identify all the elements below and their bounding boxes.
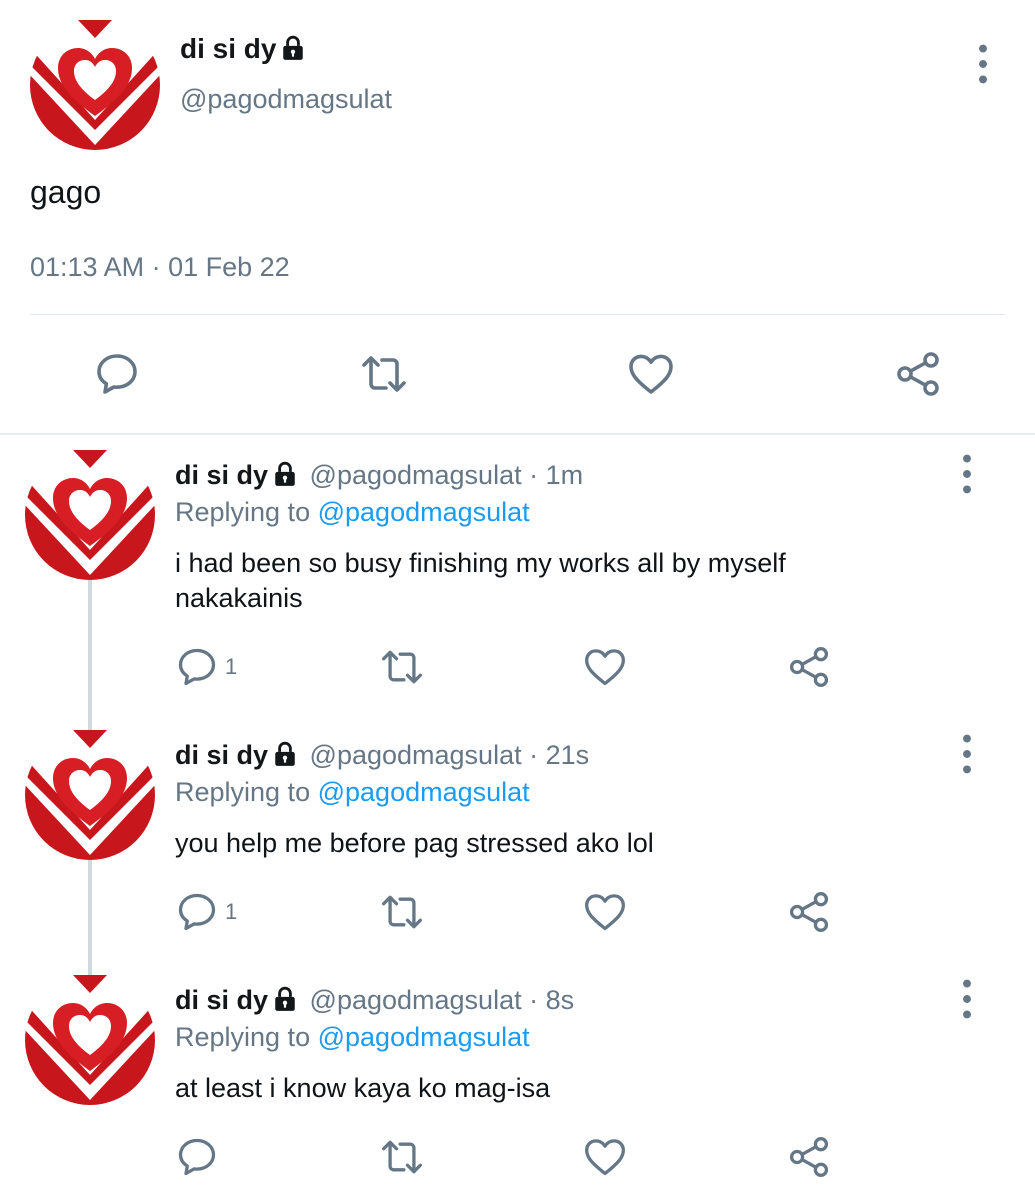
tweet-text-line: nakakainis: [175, 583, 303, 613]
thread-line: [88, 580, 92, 730]
replying-to-link[interactable]: @pagodmagsulat: [318, 1022, 530, 1052]
display-name[interactable]: di si dy: [175, 740, 268, 770]
display-name[interactable]: di si dy: [180, 33, 276, 64]
retweet-button[interactable]: [378, 890, 426, 934]
share-icon: [787, 645, 831, 689]
reply-icon: [93, 350, 141, 398]
author-row: di si dy @pagodmagsulat · 21s: [175, 738, 589, 775]
retweet-icon: [378, 890, 426, 934]
retweet-icon: [358, 350, 410, 398]
retweet-button[interactable]: [378, 645, 426, 689]
like-button[interactable]: [626, 350, 676, 398]
share-icon: [787, 1135, 831, 1179]
heart-icon: [582, 890, 628, 934]
author-row: di si dy @pagodmagsulat · 1m: [175, 458, 583, 495]
replying-to: Replying to @pagodmagsulat: [175, 777, 530, 808]
handle-time[interactable]: @pagodmagsulat · 8s: [310, 985, 575, 1015]
avatar[interactable]: [25, 450, 155, 580]
avatar[interactable]: [25, 975, 155, 1105]
replying-to: Replying to @pagodmagsulat: [175, 497, 530, 528]
reply-icon: [175, 890, 219, 934]
share-button[interactable]: [787, 1135, 831, 1179]
handle-time[interactable]: @pagodmagsulat · 1m: [310, 460, 584, 490]
heart-icon: [582, 1135, 628, 1179]
like-button[interactable]: [582, 645, 628, 689]
replying-to-link[interactable]: @pagodmagsulat: [318, 777, 530, 807]
heart-icon: [582, 645, 628, 689]
reply-button[interactable]: [175, 1135, 219, 1179]
lock-icon: [272, 741, 298, 775]
reply-button[interactable]: 1: [175, 645, 237, 689]
reply-button[interactable]: [93, 350, 141, 398]
divider: [30, 314, 1005, 315]
lock-icon: [272, 461, 298, 495]
retweet-button[interactable]: [378, 1135, 426, 1179]
reply-icon: [175, 1135, 219, 1179]
lock-icon: [280, 35, 306, 69]
tweet-text: you help me before pag stressed ako lol: [175, 828, 654, 858]
handle-time[interactable]: @pagodmagsulat · 21s: [310, 740, 590, 770]
replying-to-link[interactable]: @pagodmagsulat: [318, 497, 530, 527]
like-button[interactable]: [582, 890, 628, 934]
share-button[interactable]: [893, 350, 943, 398]
reply-count: 1: [225, 899, 238, 924]
tweet-text: at least i know kaya ko mag-isa: [175, 1073, 551, 1103]
thread-line: [88, 860, 92, 975]
avatar[interactable]: [30, 20, 160, 150]
replying-to: Replying to @pagodmagsulat: [175, 1022, 530, 1053]
reply-icon: [175, 645, 219, 689]
section-divider: [0, 433, 1035, 435]
share-icon: [893, 350, 943, 398]
heart-icon: [626, 350, 676, 398]
avatar[interactable]: [25, 730, 155, 860]
share-button[interactable]: [787, 645, 831, 689]
like-button[interactable]: [582, 1135, 628, 1179]
reply-count: 1: [225, 654, 238, 679]
display-name[interactable]: di si dy: [175, 460, 268, 490]
replying-prefix: Replying to: [175, 1022, 311, 1052]
replying-prefix: Replying to: [175, 777, 311, 807]
retweet-icon: [378, 1135, 426, 1179]
lock-icon: [272, 986, 298, 1020]
more-vertical-icon[interactable]: [968, 42, 998, 86]
retweet-icon: [378, 645, 426, 689]
retweet-button[interactable]: [358, 350, 410, 398]
share-button[interactable]: [787, 890, 831, 934]
more-vertical-icon[interactable]: [952, 977, 982, 1021]
reply-button[interactable]: 1: [175, 890, 237, 934]
author-row: di si dy @pagodmagsulat · 8s: [175, 983, 574, 1020]
author-row: di si dy: [180, 32, 306, 69]
replying-prefix: Replying to: [175, 497, 311, 527]
handle[interactable]: @pagodmagsulat: [180, 84, 392, 115]
display-name[interactable]: di si dy: [175, 985, 268, 1015]
tweet-text-line: i had been so busy finishing my works al…: [175, 548, 786, 578]
timestamp: 01:13 AM · 01 Feb 22: [30, 252, 290, 282]
share-icon: [787, 890, 831, 934]
more-vertical-icon[interactable]: [952, 452, 982, 496]
more-vertical-icon[interactable]: [952, 732, 982, 776]
tweet-text: gago: [30, 174, 102, 210]
tweet-text: i had been so busy finishing my works al…: [175, 546, 786, 616]
